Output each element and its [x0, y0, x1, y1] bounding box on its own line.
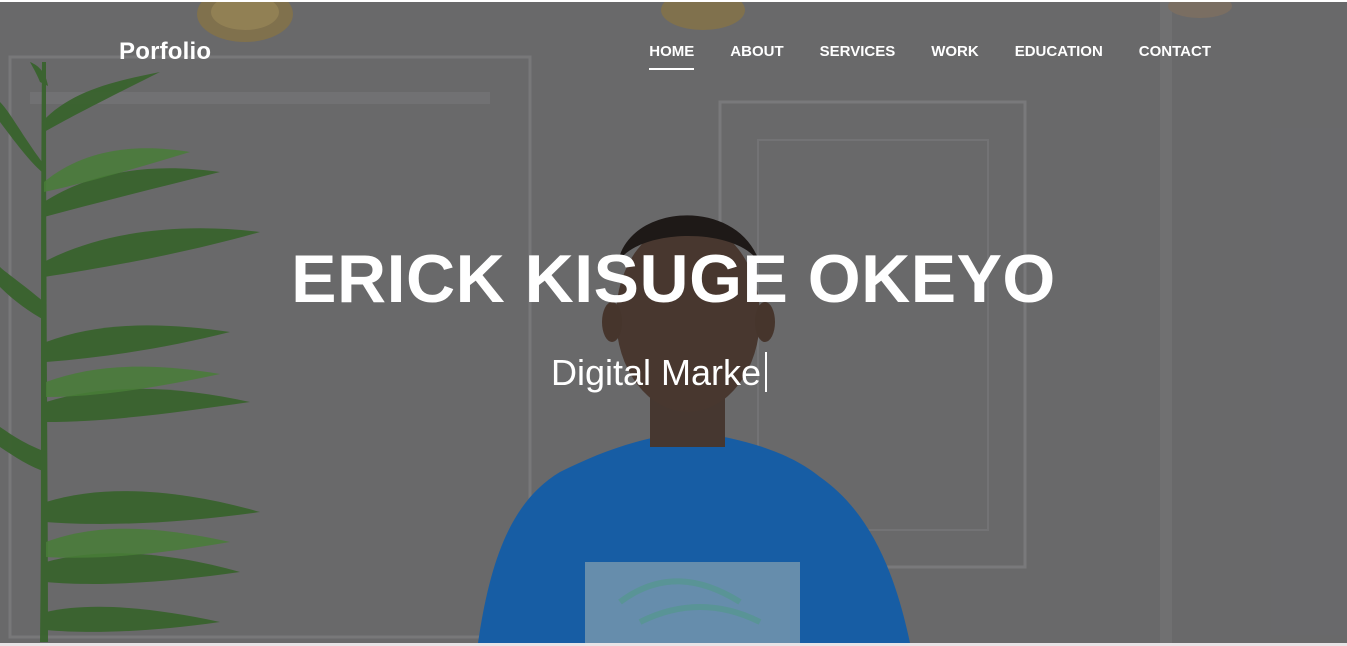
hero-section: Porfolio HOME ABOUT SERVICES WORK EDUCAT…: [0, 2, 1347, 643]
nav-item-education[interactable]: EDUCATION: [1015, 43, 1103, 70]
nav-item-about[interactable]: ABOUT: [730, 43, 783, 70]
hero-role-text: Digital Marke: [551, 352, 762, 393]
brand-logo[interactable]: Porfolio: [119, 38, 211, 66]
nav-item-work[interactable]: WORK: [931, 43, 979, 70]
navbar: Porfolio HOME ABOUT SERVICES WORK EDUCAT…: [0, 2, 1347, 102]
hero-role-typing: Digital Marke: [551, 352, 768, 394]
nav-menu: HOME ABOUT SERVICES WORK EDUCATION CONTA…: [613, 43, 1211, 70]
hero-name: ERICK KISUGE OKEYO: [291, 241, 1056, 317]
nav-item-home[interactable]: HOME: [649, 43, 695, 70]
typing-cursor: [765, 352, 768, 392]
nav-item-services[interactable]: SERVICES: [820, 43, 896, 70]
nav-item-contact[interactable]: CONTACT: [1139, 43, 1211, 70]
